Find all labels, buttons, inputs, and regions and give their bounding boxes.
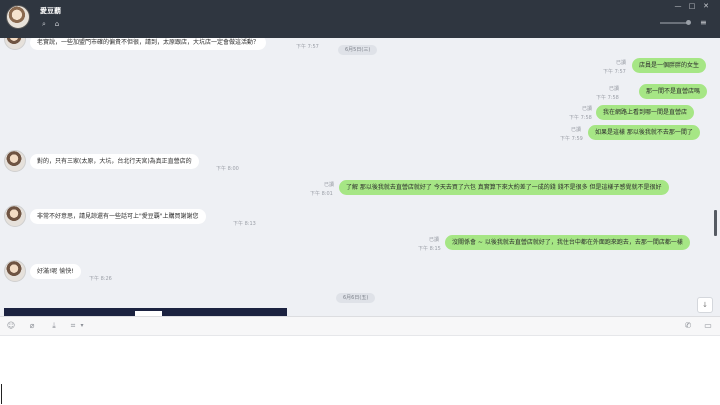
avatar[interactable] <box>4 38 26 50</box>
read-receipt: 已讀 <box>324 182 335 188</box>
message-time: 下午 8:26 <box>89 276 112 282</box>
message-bubble-out[interactable]: 了解 那以後我就去直營店就好了 今天去買了六包 真實算下來大約差了一成的錢 錢不… <box>339 180 669 195</box>
message-time: 下午 7:57 <box>603 69 626 75</box>
message-time: 下午 8:15 <box>418 246 441 252</box>
avatar[interactable] <box>4 260 26 282</box>
chat-history[interactable]: 老實說，一些加盟門市確的偏貴不但很，請到，太原跟店，大坑店一定會做這活動？ 下午… <box>0 38 720 316</box>
read-receipt: 已讀 <box>582 106 593 112</box>
message-bubble-out[interactable]: 沒關係會 ~ 以後我就去直營店就好了，我住台中都在外面跑來跑去，去那一間店都一樣 <box>445 235 690 250</box>
read-receipt: 已讀 <box>571 127 582 133</box>
volume-slider-handle[interactable] <box>686 20 691 25</box>
search-icon[interactable]: ⌕ <box>40 20 48 28</box>
volume-slider-track[interactable] <box>660 22 688 24</box>
message-time: 下午 8:13 <box>233 221 256 227</box>
attach-icon[interactable]: ⌀ <box>27 321 37 331</box>
message-time: 下午 7:58 <box>596 95 619 101</box>
message-time: 下午 8:01 <box>310 191 333 197</box>
text-cursor <box>1 384 2 404</box>
avatar[interactable] <box>4 205 26 227</box>
scrollbar-thumb[interactable] <box>714 210 717 236</box>
message-bubble-out[interactable]: 如果是這樣 那以後我就不去那一間了 <box>588 125 700 140</box>
message-bubble-in[interactable]: 老實說，一些加盟門市確的偏貴不但很，請到，太原跟店，大坑店一定會做這活動？ <box>30 38 267 50</box>
message-toolbar: ☺ ⌀ ⤓ ⌗ ▾ ✆ ▭ <box>0 316 720 336</box>
close-icon[interactable]: ✕ <box>702 3 710 10</box>
message-bubble-out[interactable]: 我在網路上看到哪一間是直營店 <box>596 105 695 120</box>
read-receipt: 已讀 <box>616 60 627 66</box>
download-icon[interactable]: ⤓ <box>49 321 59 331</box>
message-input[interactable] <box>4 340 716 400</box>
maximize-icon[interactable]: □ <box>688 3 696 10</box>
message-bubble-out[interactable]: 那一間不是直營店嗎 <box>639 84 708 99</box>
message-time: 下午 8:00 <box>216 166 239 172</box>
read-receipt: 已讀 <box>609 86 620 92</box>
message-bubble-in[interactable]: 好滿!呢 愉快! <box>30 264 81 279</box>
message-time: 下午 7:58 <box>569 115 592 121</box>
contact-avatar[interactable] <box>6 5 30 29</box>
message-time: 下午 7:59 <box>560 136 583 142</box>
video-icon[interactable]: ▭ <box>703 321 713 331</box>
date-divider: 6月6日(五) <box>336 293 376 303</box>
menu-icon[interactable]: ≡ <box>700 19 710 27</box>
message-time: 下午 7:57 <box>296 44 319 50</box>
emoji-icon[interactable]: ☺ <box>6 321 16 331</box>
message-bubble-in[interactable]: 非常不好意思，請見諒還有一些話可上"愛豆覇"上購買謝謝您 <box>30 209 206 224</box>
date-divider: 6月5日(三) <box>338 45 378 55</box>
chevron-down-icon[interactable]: ▾ <box>77 321 87 331</box>
scroll-to-bottom-button[interactable]: ↓ <box>697 297 713 313</box>
message-bubble-out[interactable]: 店員是一個胖胖的女生 <box>632 58 707 73</box>
message-compose-area[interactable] <box>0 336 720 405</box>
minimize-icon[interactable]: — <box>674 3 682 10</box>
message-bubble-in[interactable]: 對的，只有三家(太原，大坑，台北行天宮)為真正直營店的 <box>30 154 199 169</box>
chat-header: 愛豆覇 ⌕ ⌂ — □ ✕ ≡ <box>0 0 720 38</box>
read-receipt: 已讀 <box>429 237 440 243</box>
phone-icon[interactable]: ✆ <box>683 321 693 331</box>
avatar[interactable] <box>4 150 26 172</box>
contact-name: 愛豆覇 <box>40 7 61 15</box>
image-message-preview[interactable] <box>4 308 287 316</box>
home-icon[interactable]: ⌂ <box>53 20 61 28</box>
